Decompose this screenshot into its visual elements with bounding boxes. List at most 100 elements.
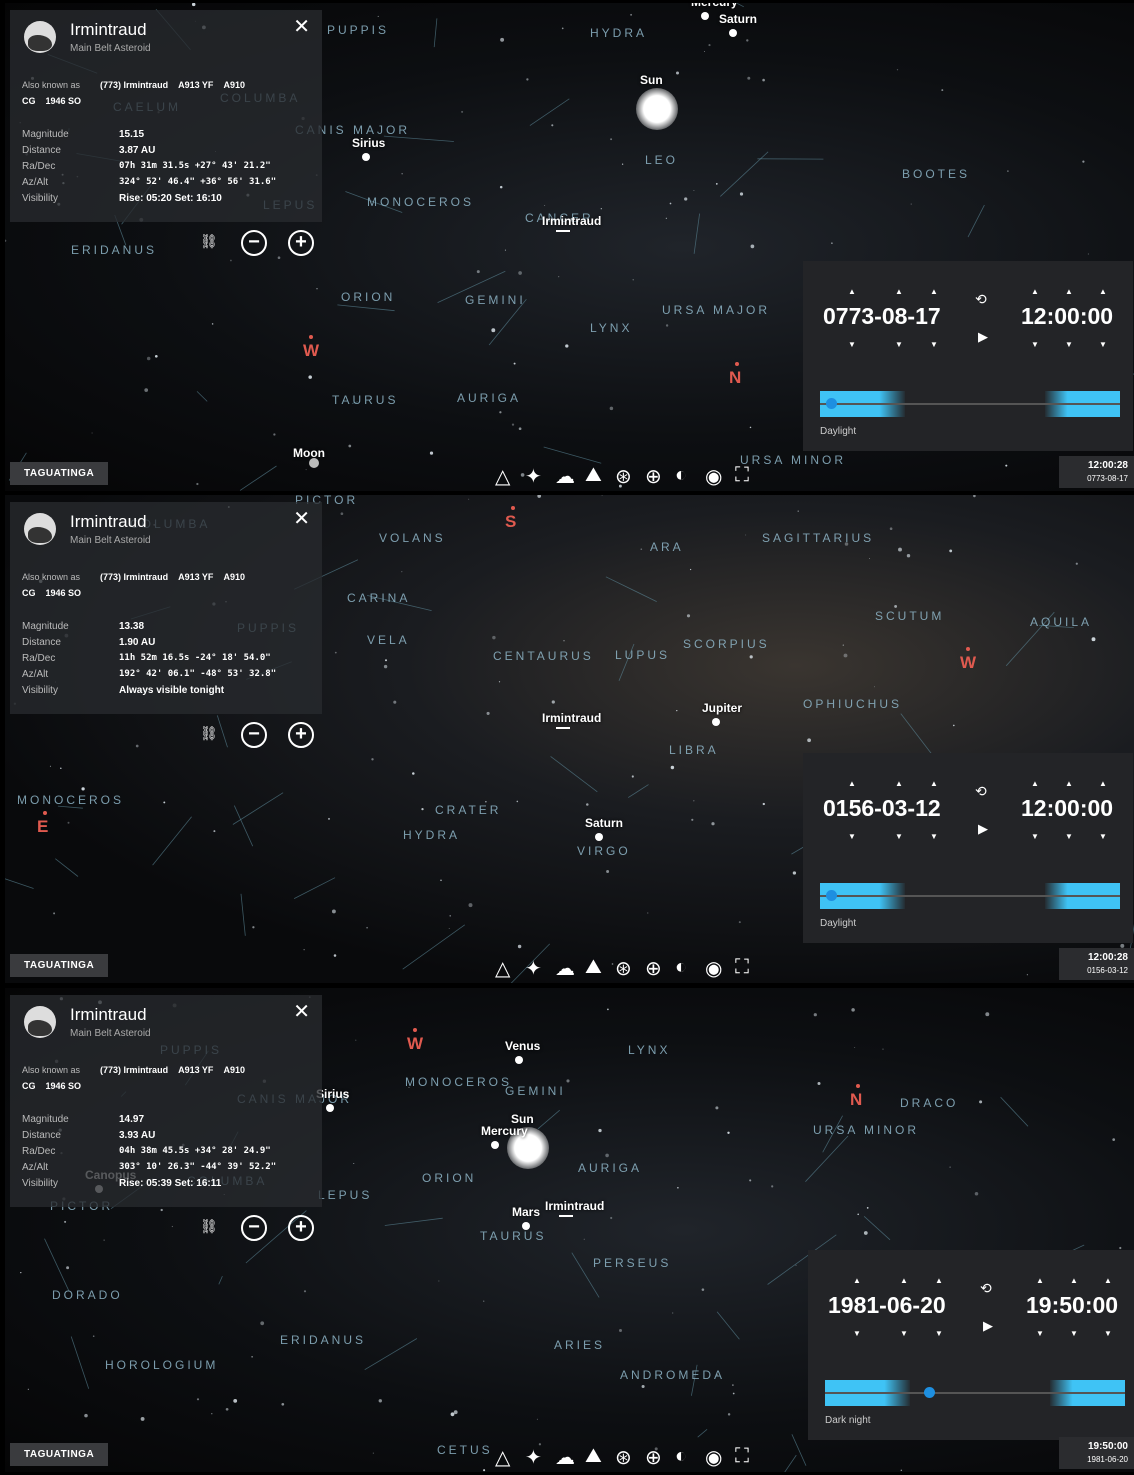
increment-arrow-icon[interactable]: ▲ <box>895 287 903 296</box>
close-icon[interactable]: ✕ <box>293 999 310 1024</box>
celestial-body-label[interactable]: Sirius <box>352 136 385 150</box>
deep-sky-icon[interactable]: ◐ <box>675 956 687 979</box>
increment-arrow-icon[interactable]: ▲ <box>1065 287 1073 296</box>
azimuthal-grid-icon[interactable]: ⊛ <box>615 464 632 489</box>
date-display[interactable]: 0156-03-12 <box>823 795 941 822</box>
slider-knob[interactable] <box>924 1387 935 1398</box>
date-display[interactable]: 0773-08-17 <box>823 303 941 330</box>
decrement-arrow-icon[interactable]: ▼ <box>935 1329 943 1338</box>
time-display[interactable]: 12:00:00 <box>1021 795 1113 822</box>
celestial-body-label[interactable]: Saturn <box>585 816 623 830</box>
location-button[interactable]: TAGUATINGA <box>10 462 109 485</box>
landscape-icon[interactable]: ☁ <box>555 464 575 489</box>
star-marker[interactable] <box>362 153 370 161</box>
decrement-arrow-icon[interactable]: ▼ <box>848 832 856 841</box>
decrement-arrow-icon[interactable]: ▼ <box>1070 1329 1078 1338</box>
azimuthal-grid-icon[interactable]: ⊛ <box>615 1445 632 1470</box>
decrement-arrow-icon[interactable]: ▼ <box>1065 832 1073 841</box>
decrement-arrow-icon[interactable]: ▼ <box>895 340 903 349</box>
reset-time-icon[interactable]: ⟲ <box>975 291 987 308</box>
target-reticle[interactable] <box>559 1215 573 1231</box>
time-display[interactable]: 19:50:00 <box>1026 1292 1118 1319</box>
slider-knob[interactable] <box>826 398 837 409</box>
landscape-icon[interactable]: ☁ <box>555 1445 575 1470</box>
close-icon[interactable]: ✕ <box>293 14 310 39</box>
decrement-arrow-icon[interactable]: ▼ <box>900 1329 908 1338</box>
zoom-out-button[interactable]: − <box>241 722 267 748</box>
increment-arrow-icon[interactable]: ▲ <box>848 287 856 296</box>
equatorial-grid-icon[interactable]: ⊕ <box>645 464 662 489</box>
night-mode-icon[interactable]: ◉ <box>705 464 722 489</box>
status-clock[interactable]: 12:00:28 0156-03-12 <box>1059 948 1134 980</box>
night-mode-icon[interactable]: ◉ <box>705 1445 722 1470</box>
increment-arrow-icon[interactable]: ▲ <box>895 779 903 788</box>
landscape-icon[interactable]: ☁ <box>555 956 575 981</box>
increment-arrow-icon[interactable]: ▲ <box>930 287 938 296</box>
constellation-lines-icon[interactable]: △ <box>495 464 510 489</box>
day-slider[interactable] <box>820 883 1120 909</box>
celestial-body-label[interactable]: Sun <box>640 73 663 87</box>
equatorial-grid-icon[interactable]: ⊕ <box>645 956 662 981</box>
reset-time-icon[interactable]: ⟲ <box>975 783 987 800</box>
play-icon[interactable]: ▶ <box>983 1318 993 1334</box>
link-icon[interactable]: ⛓ <box>200 233 218 250</box>
date-display[interactable]: 1981-06-20 <box>828 1292 946 1319</box>
celestial-body-label[interactable]: Mercury <box>481 1124 528 1138</box>
time-display[interactable]: 12:00:00 <box>1021 303 1113 330</box>
link-icon[interactable]: ⛓ <box>200 725 218 742</box>
celestial-body-label[interactable]: Irmintraud <box>542 214 601 228</box>
constellation-art-icon[interactable]: ✦ <box>525 464 542 489</box>
fullscreen-icon[interactable]: ⛶ <box>735 1445 749 1468</box>
sun-disc[interactable] <box>636 88 678 130</box>
sky-view-panel[interactable]: LYNXPUPPISMONOCEROSGEMINICANIS MAJORDRAC… <box>5 988 1134 1472</box>
increment-arrow-icon[interactable]: ▲ <box>1070 1276 1078 1285</box>
decrement-arrow-icon[interactable]: ▼ <box>1099 340 1107 349</box>
constellation-lines-icon[interactable]: △ <box>495 956 510 981</box>
decrement-arrow-icon[interactable]: ▼ <box>1031 340 1039 349</box>
increment-arrow-icon[interactable]: ▲ <box>853 1276 861 1285</box>
deep-sky-icon[interactable]: ◐ <box>675 464 687 487</box>
increment-arrow-icon[interactable]: ▲ <box>930 779 938 788</box>
close-icon[interactable]: ✕ <box>293 506 310 531</box>
play-icon[interactable]: ▶ <box>978 329 988 345</box>
zoom-out-button[interactable]: − <box>241 230 267 256</box>
zoom-in-button[interactable]: + <box>288 1215 314 1241</box>
sky-view-panel[interactable]: PICTORCOLUMBAVOLANSARASAGITTARIUSCARINAP… <box>5 495 1134 983</box>
play-icon[interactable]: ▶ <box>978 821 988 837</box>
status-clock[interactable]: 12:00:28 0773-08-17 <box>1059 456 1134 488</box>
celestial-body-label[interactable]: Venus <box>505 1039 540 1053</box>
celestial-body-label[interactable]: Saturn <box>719 12 757 26</box>
slider-knob[interactable] <box>826 890 837 901</box>
increment-arrow-icon[interactable]: ▲ <box>1104 1276 1112 1285</box>
star-marker[interactable] <box>712 718 720 726</box>
azimuthal-grid-icon[interactable]: ⊛ <box>615 956 632 981</box>
star-marker[interactable] <box>522 1222 530 1230</box>
decrement-arrow-icon[interactable]: ▼ <box>1036 1329 1044 1338</box>
decrement-arrow-icon[interactable]: ▼ <box>930 340 938 349</box>
constellation-lines-icon[interactable]: △ <box>495 1445 510 1470</box>
location-button[interactable]: TAGUATINGA <box>10 1443 109 1466</box>
star-marker[interactable] <box>595 833 603 841</box>
increment-arrow-icon[interactable]: ▲ <box>1031 287 1039 296</box>
atmosphere-icon[interactable]: ⛰ <box>585 1445 602 1468</box>
increment-arrow-icon[interactable]: ▲ <box>900 1276 908 1285</box>
celestial-body-label[interactable]: Jupiter <box>702 701 742 715</box>
atmosphere-icon[interactable]: ⛰ <box>585 464 602 487</box>
decrement-arrow-icon[interactable]: ▼ <box>930 832 938 841</box>
atmosphere-icon[interactable]: ⛰ <box>585 956 602 979</box>
fullscreen-icon[interactable]: ⛶ <box>735 464 749 487</box>
star-marker[interactable] <box>729 29 737 37</box>
zoom-in-button[interactable]: + <box>288 722 314 748</box>
increment-arrow-icon[interactable]: ▲ <box>1099 779 1107 788</box>
fullscreen-icon[interactable]: ⛶ <box>735 956 749 979</box>
reset-time-icon[interactable]: ⟲ <box>980 1280 992 1297</box>
increment-arrow-icon[interactable]: ▲ <box>1036 1276 1044 1285</box>
increment-arrow-icon[interactable]: ▲ <box>848 779 856 788</box>
star-marker[interactable] <box>515 1056 523 1064</box>
star-marker[interactable] <box>491 1141 499 1149</box>
equatorial-grid-icon[interactable]: ⊕ <box>645 1445 662 1470</box>
decrement-arrow-icon[interactable]: ▼ <box>1065 340 1073 349</box>
decrement-arrow-icon[interactable]: ▼ <box>1031 832 1039 841</box>
celestial-body-label[interactable]: Moon <box>293 446 325 460</box>
star-marker[interactable] <box>326 1104 334 1112</box>
